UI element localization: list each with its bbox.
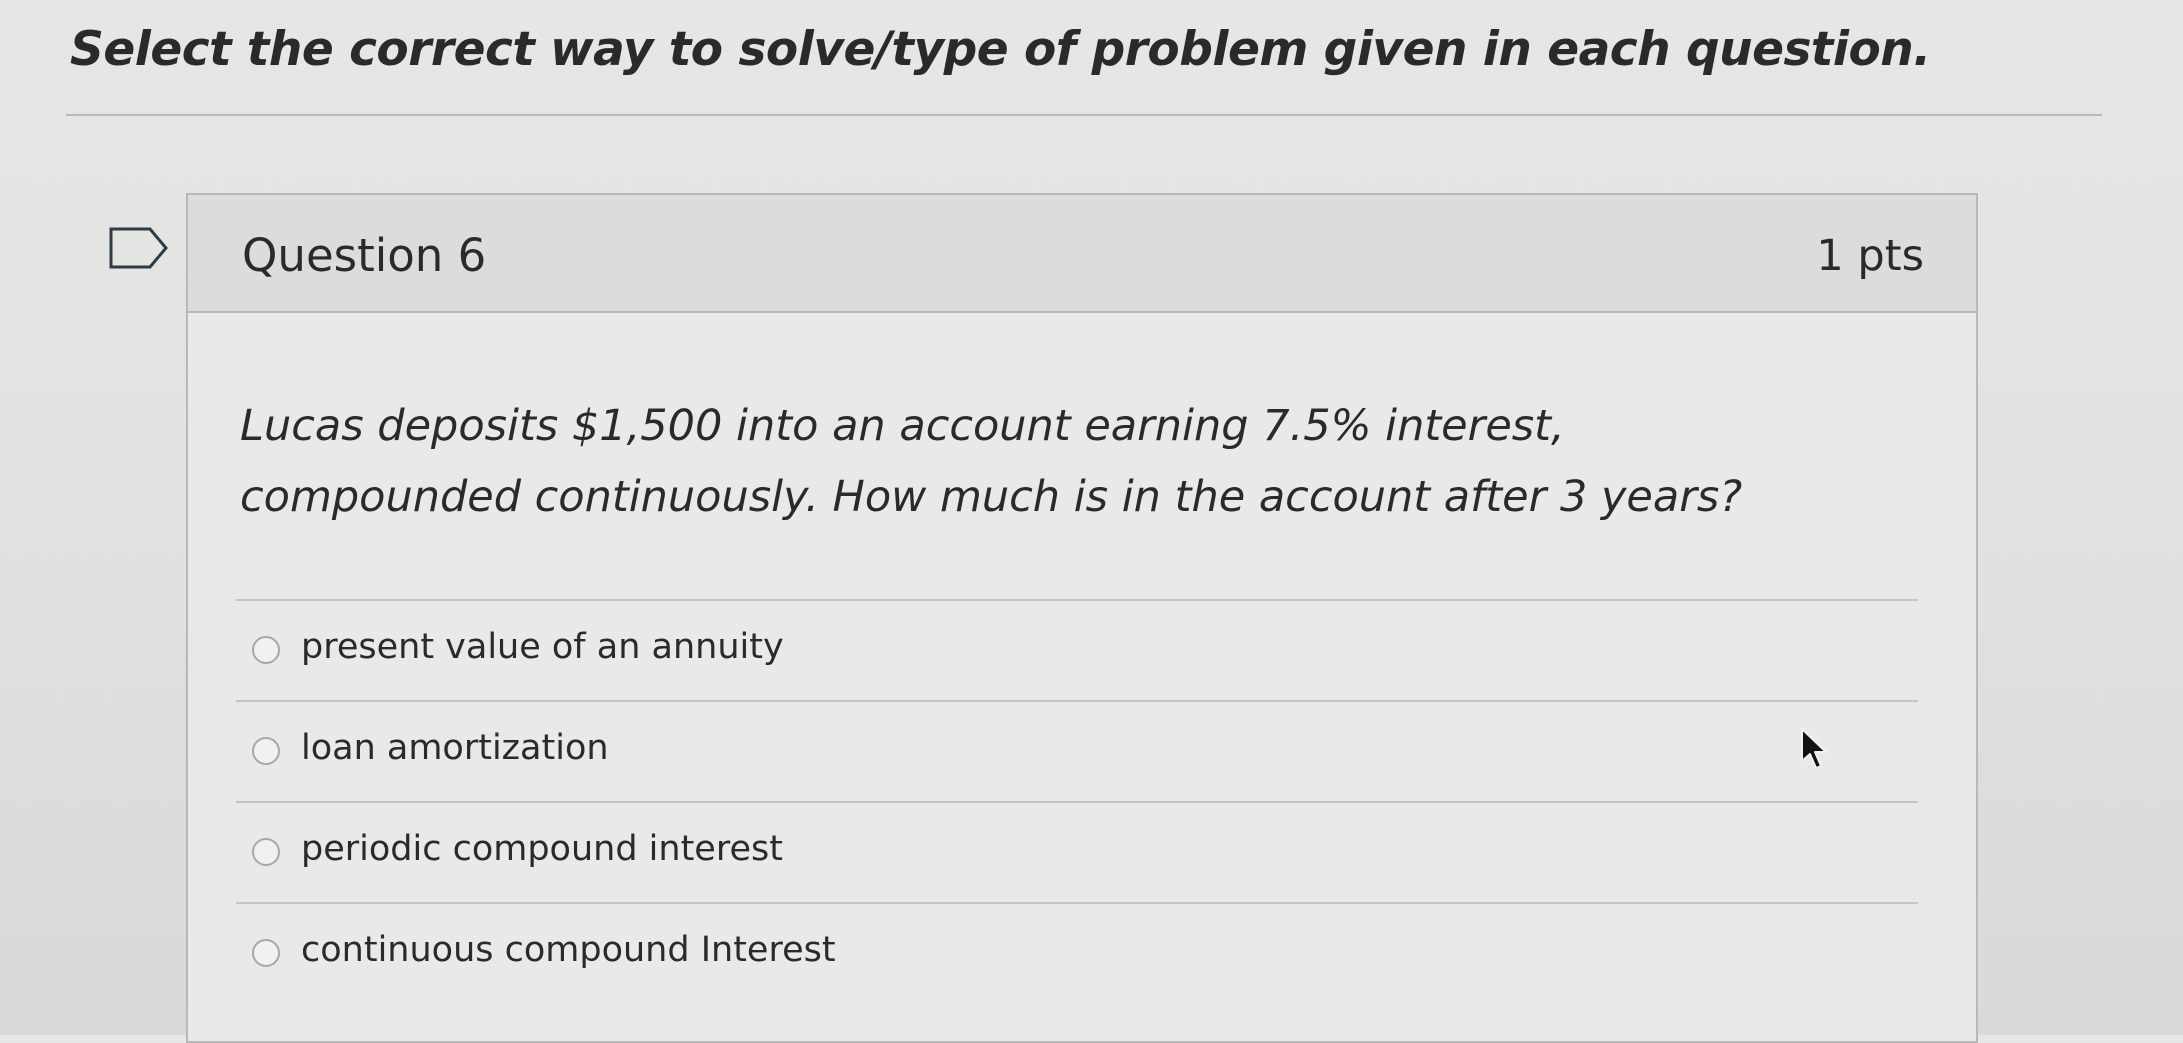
answer-label[interactable]: continuous compound Interest — [301, 930, 836, 970]
radio-button[interactable] — [252, 636, 280, 664]
question-card: Question 6 1 pts Lucas deposits $1,500 i… — [186, 193, 1978, 1043]
answer-option[interactable]: continuous compound Interest — [236, 902, 1918, 1003]
mouse-pointer-icon — [1801, 728, 1827, 769]
instructions-divider — [66, 114, 2102, 116]
answer-option[interactable]: loan amortization — [236, 700, 1918, 801]
answer-list: present value of an annuity loan amortiz… — [236, 599, 1918, 1003]
radio-button[interactable] — [252, 838, 280, 866]
radio-button[interactable] — [252, 939, 280, 967]
question-title: Question 6 — [242, 229, 487, 282]
radio-button[interactable] — [252, 737, 280, 765]
answer-label[interactable]: present value of an annuity — [301, 627, 784, 667]
answer-option[interactable]: periodic compound interest — [236, 801, 1918, 902]
answer-option[interactable]: present value of an annuity — [236, 599, 1918, 700]
answer-label[interactable]: loan amortization — [301, 728, 609, 768]
question-text: Lucas deposits $1,500 into an account ea… — [240, 401, 1743, 522]
answer-label[interactable]: periodic compound interest — [301, 829, 783, 869]
question-header: Question 6 1 pts — [188, 195, 1976, 313]
question-points: 1 pts — [1816, 231, 1924, 281]
quiz-instructions: Select the correct way to solve/type of … — [70, 22, 1931, 77]
flag-question-icon[interactable] — [108, 226, 170, 270]
